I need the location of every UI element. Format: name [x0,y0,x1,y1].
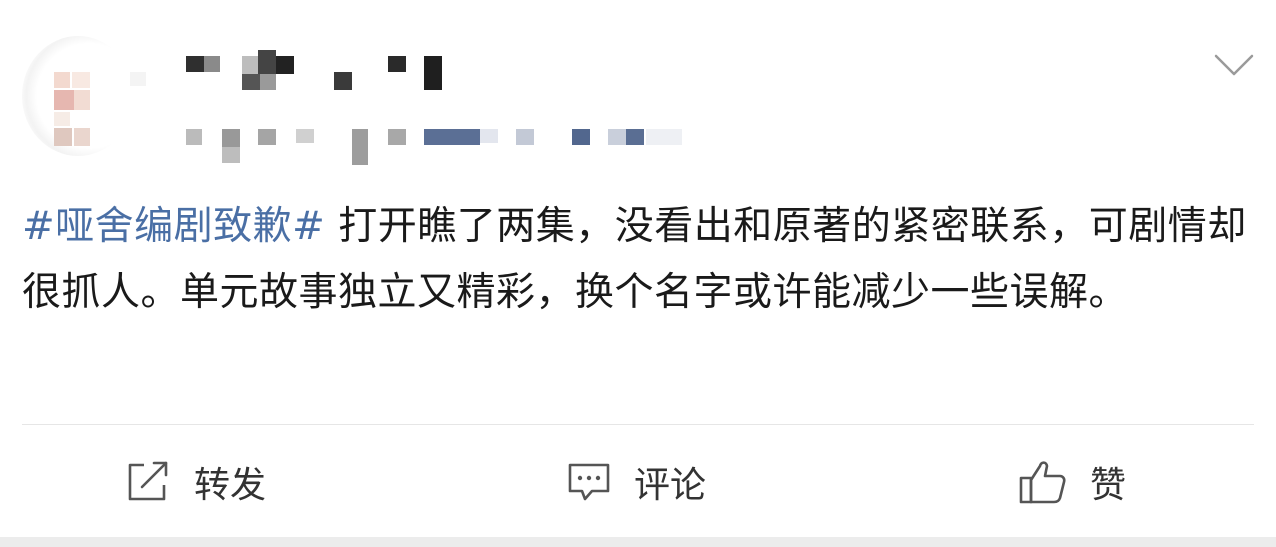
blur-pixel [516,129,534,145]
comment-button[interactable]: 评论 [566,452,706,512]
avatar-pixel [54,90,74,110]
blur-pixel [258,50,276,74]
thumbs-up-icon [1019,461,1066,504]
avatar-pixel [54,112,70,126]
blur-pixel [186,56,204,72]
blur-pixel [258,129,276,145]
blur-pixel [352,129,368,165]
repost-button[interactable]: 转发 [126,452,266,512]
blur-pixel [204,56,220,72]
blur-pixel [388,56,406,72]
blur-pixel [608,129,626,145]
blur-pixel [334,72,352,90]
blur-pixel [186,129,202,145]
username-blurred[interactable] [130,50,480,95]
hashtag-link[interactable]: #哑舍编剧致歉# [22,204,325,249]
weibo-post-card: #哑舍编剧致歉# 打开瞧了两集，没看出和原著的紧密联系，可剧情却很抓人。单元故事… [0,0,1276,537]
comment-label: 评论 [634,465,707,506]
blur-pixel [296,129,314,143]
blur-pixel [424,56,442,90]
like-label: 赞 [1090,465,1127,506]
blur-pixel [626,129,644,145]
comment-icon [568,463,610,501]
blur-pixel [646,129,682,145]
like-button[interactable]: 赞 [1018,452,1126,512]
post-meta-blurred [180,125,700,165]
chevron-down-icon [1214,54,1254,76]
avatar[interactable] [22,36,134,156]
blur-pixel [222,147,240,163]
avatar-pixel [72,72,90,88]
blur-pixel [424,129,480,145]
blur-pixel [242,56,258,74]
blur-pixel [480,129,498,143]
repost-label: 转发 [194,465,267,506]
share-icon [128,461,168,501]
blur-pixel [130,72,146,86]
blur-pixel [242,74,260,90]
card-separator [0,537,1276,547]
blur-pixel [572,129,590,145]
divider [22,424,1254,425]
blur-pixel [276,56,294,74]
avatar-pixel [54,128,72,146]
blur-pixel [222,129,240,147]
avatar-pixel [74,128,90,146]
post-text: #哑舍编剧致歉# 打开瞧了两集，没看出和原著的紧密联系，可剧情却很抓人。单元故事… [22,194,1256,326]
avatar-pixel [54,72,70,88]
blur-pixel [260,74,276,90]
avatar-pixel [74,90,90,110]
blur-pixel [388,129,406,145]
expand-menu-button[interactable] [1212,50,1256,80]
